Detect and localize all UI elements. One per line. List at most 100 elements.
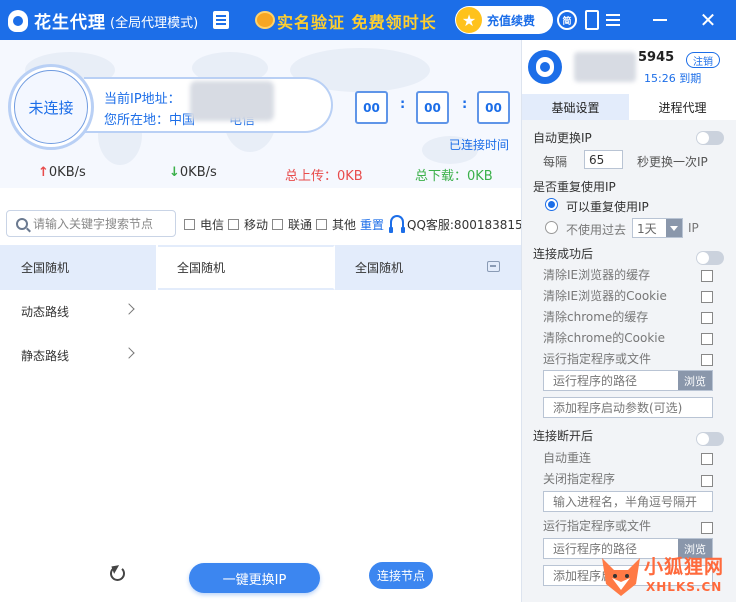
nav-static-route[interactable]: 静态路线	[0, 334, 156, 376]
filter-unicom[interactable]: 联通	[272, 216, 312, 233]
after-disconnect-toggle[interactable]	[696, 432, 724, 446]
filter-label: 其他	[332, 218, 357, 232]
app-logo: 花生代理	[8, 8, 106, 33]
promo-banner[interactable]: 实名验证 免费领时长	[277, 9, 437, 33]
checkbox[interactable]	[272, 219, 283, 230]
reuse-yes-radio[interactable]	[545, 198, 558, 211]
ip-info-card: 当前IP地址： 您所在地：中国电信	[84, 77, 333, 133]
chevron-right-icon	[123, 347, 135, 359]
recharge-button[interactable]: ★ 充值续费	[455, 6, 553, 34]
change-ip-button[interactable]: 一键更换IP	[189, 563, 320, 593]
interval-input[interactable]: 65	[584, 150, 623, 169]
title-bar: 花生代理 (全局代理模式) 实名验证 免费领时长 ★ 充值续费 简 ✕	[0, 0, 736, 40]
watermark: 小狐狸网 XHLKS.CN	[598, 552, 736, 602]
after-connect-toggle[interactable]	[696, 251, 724, 265]
reuse-yes-label: 可以重复使用IP	[566, 200, 649, 214]
filter-other[interactable]: 其他	[316, 216, 356, 233]
checkbox[interactable]	[701, 354, 713, 366]
nav-label: 静态路线	[21, 348, 70, 363]
checkbox[interactable]	[228, 219, 239, 230]
timer-minutes: 00	[416, 91, 449, 124]
checkbox[interactable]	[701, 270, 713, 282]
tab-basic-settings[interactable]: 基础设置	[522, 94, 629, 120]
node-column[interactable]: 全国随机	[0, 245, 158, 290]
redacted-ip	[190, 81, 274, 121]
node-column[interactable]: 全国随机	[158, 245, 335, 290]
app-name: 花生代理	[34, 13, 106, 33]
option-clear-chrome-cache: 清除chrome的缓存	[543, 310, 649, 324]
logout-button[interactable]: 注销	[686, 52, 720, 68]
option-clear-chrome-cookie: 清除chrome的Cookie	[543, 331, 666, 345]
chat-icon[interactable]	[487, 261, 500, 272]
checkbox[interactable]	[701, 291, 713, 303]
refresh-icon[interactable]	[110, 566, 125, 581]
after-connect-title: 连接成功后	[533, 247, 594, 261]
reuse-days-select[interactable]: 1天	[632, 218, 683, 238]
star-icon: ★	[456, 7, 482, 33]
every-label: 每隔	[543, 155, 568, 169]
close-icon[interactable]: ✕	[698, 8, 718, 32]
connect-toggle[interactable]: 未连接	[8, 64, 94, 150]
connect-node-button[interactable]: 连接节点	[369, 562, 433, 589]
globe-icon[interactable]: 简	[557, 10, 577, 30]
option-clear-ie-cache: 清除IE浏览器的缓存	[543, 268, 651, 282]
auto-change-ip-title: 自动更换IP	[533, 131, 592, 145]
checkbox[interactable]	[701, 453, 713, 465]
settings-sidebar: 5945 注销 15:26 到期 基础设置 进程代理 自动更换IP 每隔 65 …	[521, 40, 736, 602]
reuse-no-suffix: IP	[688, 221, 699, 235]
program-path-placeholder: 运行程序的路径	[553, 374, 638, 388]
coin-icon[interactable]	[255, 11, 275, 29]
auto-change-ip-toggle[interactable]	[696, 131, 724, 145]
option-clear-ie-cookie: 清除IE浏览器的Cookie	[543, 289, 667, 303]
tab-process-proxy[interactable]: 进程代理	[629, 94, 736, 120]
option-auto-reconnect: 自动重连	[543, 451, 592, 465]
current-ip-row: 当前IP地址：	[104, 88, 181, 107]
search-icon	[16, 217, 28, 230]
location-label: 您所在地：中国	[104, 113, 196, 128]
process-name-input[interactable]: 输入进程名，半角逗号隔开	[543, 491, 713, 512]
expire-time: 15:26 到期	[644, 72, 702, 85]
search-box[interactable]	[6, 210, 176, 237]
fox-logo-icon	[602, 558, 640, 596]
qq-support[interactable]: QQ客服:800183815	[407, 216, 523, 233]
document-icon[interactable]	[213, 11, 229, 29]
checkbox[interactable]	[701, 475, 713, 487]
filter-label: 电信	[200, 218, 225, 232]
checkbox[interactable]	[316, 219, 327, 230]
checkbox[interactable]	[184, 219, 195, 230]
program-args-input[interactable]: 添加程序启动参数(可选)	[543, 397, 713, 418]
arrow-down-icon: ↓	[169, 165, 180, 180]
connected-time-label: 已连接时间	[449, 138, 510, 152]
reuse-ip-title: 是否重复使用IP	[533, 180, 616, 194]
after-disconnect-title: 连接断开后	[533, 429, 594, 443]
watermark-subtext: XHLKS.CN	[646, 580, 723, 594]
interval-suffix: 秒更换一次IP	[637, 155, 708, 169]
process-name-placeholder: 输入进程名，半角逗号隔开	[553, 495, 698, 509]
upload-speed-value: 0KB/s	[48, 165, 86, 180]
menu-icon[interactable]	[603, 10, 623, 30]
search-input[interactable]	[33, 216, 173, 231]
browse-button[interactable]: 浏览	[678, 371, 712, 390]
headset-icon	[389, 215, 405, 233]
nav-dynamic-route[interactable]: 动态路线	[0, 290, 156, 332]
node-columns: 全国随机 全国随机 全国随机	[0, 245, 521, 290]
total-upload: 总上传：0KB	[285, 169, 363, 184]
redacted-username	[574, 52, 636, 82]
node-column-label: 全国随机	[177, 261, 226, 275]
node-filter-bar: 电信 移动 联通 其他 重置 QQ客服:800183815	[0, 206, 523, 240]
filter-telecom[interactable]: 电信	[184, 216, 224, 233]
checkbox[interactable]	[701, 522, 713, 534]
reset-link[interactable]: 重置	[360, 216, 384, 233]
phone-icon[interactable]	[582, 10, 602, 30]
checkbox[interactable]	[701, 333, 713, 345]
filter-mobile[interactable]: 移动	[228, 216, 268, 233]
total-download: 总下载：0KB	[415, 169, 493, 184]
minimize-icon[interactable]	[650, 10, 670, 30]
reuse-no-radio[interactable]	[545, 221, 558, 234]
program-path-input[interactable]: 运行程序的路径 浏览	[543, 370, 713, 391]
filter-label: 移动	[244, 218, 269, 232]
option-run-program-2: 运行指定程序或文件	[543, 519, 652, 533]
upload-speed: ↑0KB/s	[38, 165, 86, 180]
download-speed: ↓0KB/s	[169, 165, 217, 180]
checkbox[interactable]	[701, 312, 713, 324]
